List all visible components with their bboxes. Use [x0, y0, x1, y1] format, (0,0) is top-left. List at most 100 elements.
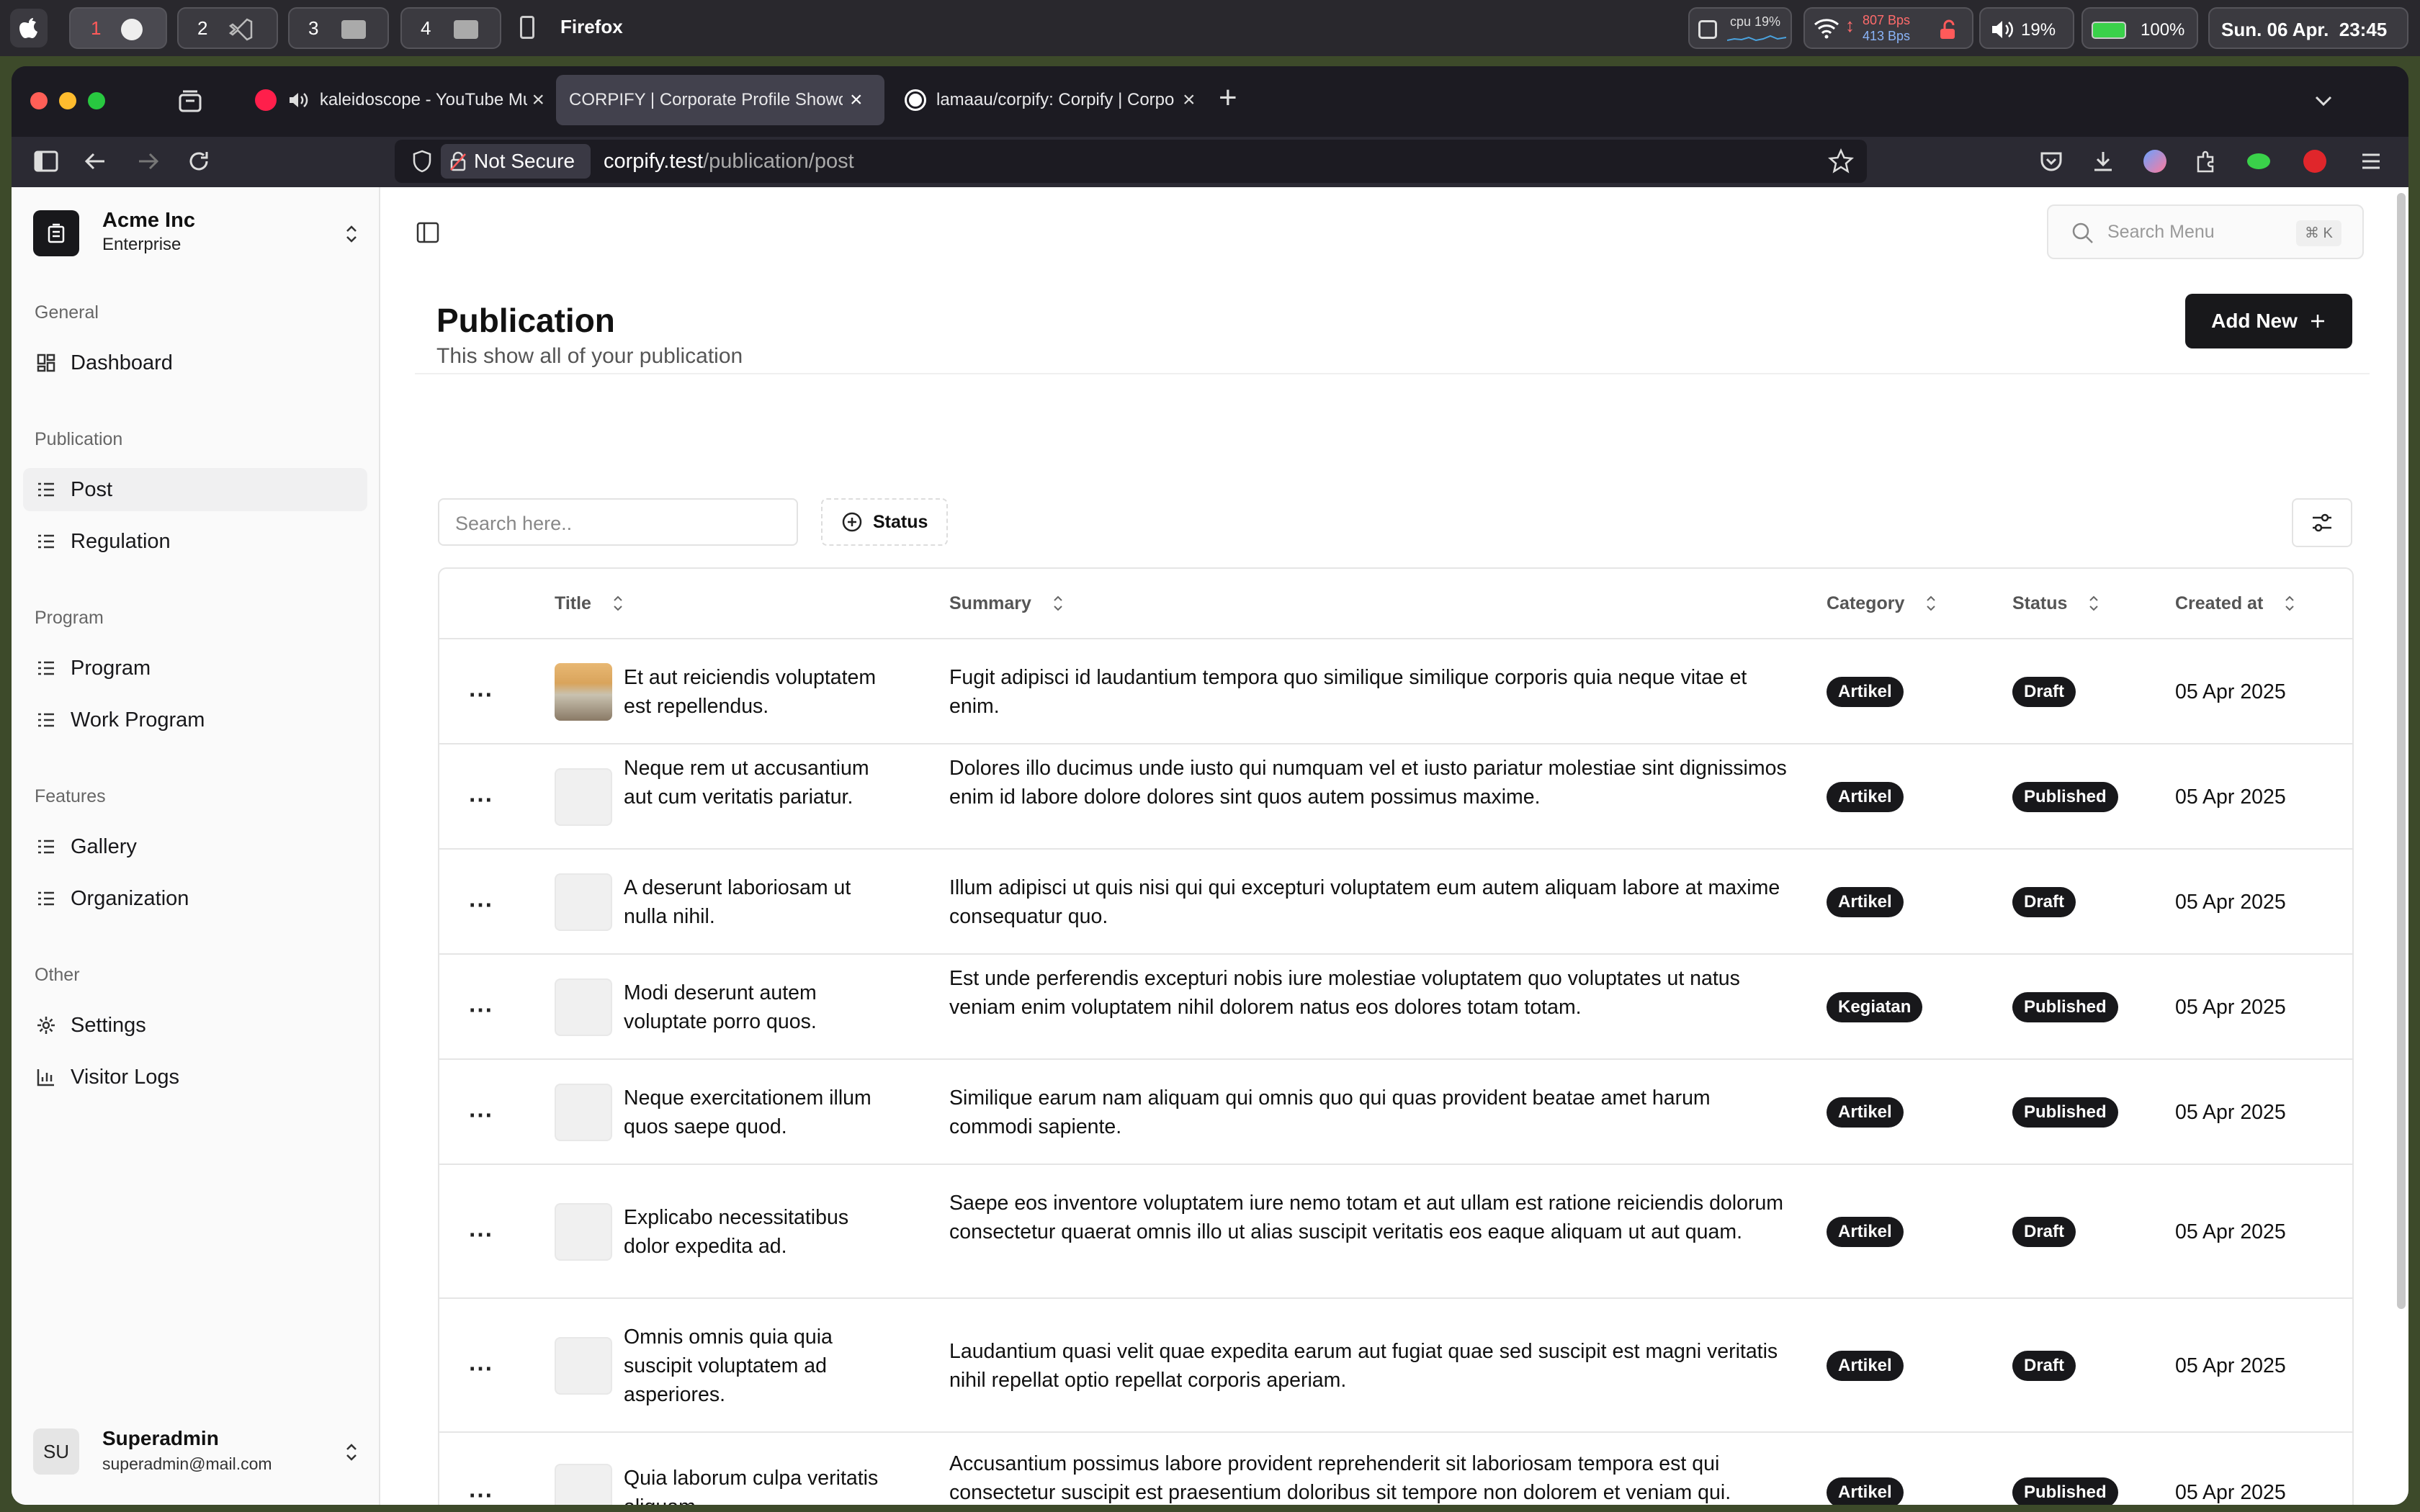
sidebar-item-regulation[interactable]: Regulation	[23, 520, 367, 563]
column-header-created-at[interactable]: Created at	[2175, 569, 2296, 638]
post-title[interactable]: Quia laborum culpa veritatis aliquam.	[624, 1464, 897, 1505]
battery-widget[interactable]: 100%	[2081, 7, 2198, 49]
app-menu-icon[interactable]	[2357, 147, 2385, 176]
table-search-input[interactable]: Search here..	[438, 498, 798, 546]
space-3[interactable]: 3	[288, 7, 389, 49]
url-bar[interactable]: Not Secure corpify.test/publication/post	[395, 140, 1867, 183]
extensions-icon[interactable]	[2191, 147, 2220, 176]
tab-label: CORPIFY | Corporate Profile Showca	[569, 90, 843, 109]
sidebar-item-visitor-logs[interactable]: Visitor Logs	[23, 1056, 367, 1099]
tab-youtube-music[interactable]: kaleidoscope - YouTube Mu ×	[242, 75, 544, 125]
table-row[interactable]: ⋯ Neque rem ut accusantium aut cum verita…	[439, 743, 2352, 848]
table-row[interactable]: ⋯ A deserunt laboriosam ut nulla nihil. Il…	[439, 848, 2352, 953]
table-row[interactable]: ⋯ Neque exercitationem illum quos saepe q…	[439, 1058, 2352, 1164]
table-row[interactable]: ⋯ Omnis omnis quia quia suscipit voluptat…	[439, 1297, 2352, 1431]
post-title[interactable]: Explicabo necessitatibus dolor expedita …	[624, 1203, 897, 1261]
post-title[interactable]: Neque rem ut accusantium aut cum veritat…	[624, 754, 897, 811]
volume-widget[interactable]: 19%	[1979, 7, 2074, 49]
status-filter-button[interactable]: Status	[821, 498, 948, 546]
row-actions-icon[interactable]: ⋯	[468, 680, 494, 709]
sidebar-item-post[interactable]: Post	[23, 468, 367, 511]
row-actions-icon[interactable]: ⋯	[468, 891, 494, 919]
phone-icon	[520, 16, 534, 39]
column-header-title[interactable]: Title	[555, 569, 624, 638]
shield-icon[interactable]	[412, 150, 432, 173]
view-options-button[interactable]	[2292, 498, 2352, 547]
sidebar-item-program[interactable]: Program	[23, 647, 367, 690]
org-switcher[interactable]: Acme Inc Enterprise	[33, 207, 372, 259]
list-all-tabs-icon[interactable]	[2311, 88, 2336, 114]
active-app-name: Firefox	[560, 16, 623, 37]
row-actions-icon[interactable]: ⋯	[468, 1101, 494, 1130]
close-tab-icon[interactable]: ×	[1183, 88, 1196, 112]
row-actions-icon[interactable]: ⋯	[468, 1481, 494, 1505]
sidebar-item-dashboard[interactable]: Dashboard	[23, 341, 367, 384]
post-title[interactable]: Neque exercitationem illum quos saepe qu…	[624, 1084, 897, 1141]
table-row[interactable]: ⋯ Explicabo necessitatibus dolor expedita…	[439, 1164, 2352, 1297]
list-icon	[35, 708, 58, 732]
sidebar-item-gallery[interactable]: Gallery	[23, 825, 367, 868]
post-title[interactable]: A deserunt laboriosam ut nulla nihil.	[624, 873, 897, 931]
search-menu-input[interactable]: Search Menu ⌘ K	[2047, 204, 2364, 259]
downloads-icon[interactable]	[2089, 147, 2118, 176]
tab-corpify[interactable]: CORPIFY | Corporate Profile Showca ×	[556, 75, 884, 125]
url-text[interactable]: corpify.test/publication/post	[604, 150, 854, 174]
pocket-icon[interactable]	[2037, 147, 2066, 176]
row-actions-icon[interactable]: ⋯	[468, 996, 494, 1025]
sidebar-toggle-icon[interactable]	[32, 147, 60, 176]
new-tab-icon[interactable]: +	[1219, 82, 1237, 114]
category-badge: Kegiatan	[1827, 992, 1923, 1022]
panel-toggle-icon[interactable]	[416, 222, 439, 243]
sidebar-group-general: General	[35, 302, 99, 323]
created-at: 05 Apr 2025	[2175, 786, 2286, 809]
tab-overview-icon[interactable]	[177, 88, 203, 114]
row-actions-icon[interactable]: ⋯	[468, 786, 494, 814]
add-new-button[interactable]: Add New	[2185, 294, 2352, 348]
column-header-summary[interactable]: Summary	[949, 569, 1065, 638]
list-icon	[35, 887, 58, 910]
navigation-toolbar: Not Secure corpify.test/publication/post	[12, 137, 2408, 187]
account-icon[interactable]	[2141, 147, 2169, 176]
bookmark-star-icon[interactable]	[1828, 148, 1854, 174]
table-row[interactable]: ⋯ Modi deserunt autem voluptate porro quo…	[439, 953, 2352, 1058]
column-header-status[interactable]: Status	[2012, 569, 2100, 638]
adblock-extension-icon[interactable]	[2300, 147, 2329, 176]
sidebar-item-label: Work Program	[71, 708, 205, 732]
sidebar-item-organization[interactable]: Organization	[23, 877, 367, 920]
post-title[interactable]: Omnis omnis quia quia suscipit voluptate…	[624, 1323, 897, 1409]
post-title[interactable]: Modi deserunt autem voluptate porro quos…	[624, 978, 897, 1036]
table-row[interactable]: ⋯ Et aut reiciendis voluptatem est repell…	[439, 638, 2352, 743]
minimize-window-button[interactable]	[59, 92, 76, 109]
page-scrollbar[interactable]	[2397, 193, 2406, 1309]
close-tab-icon[interactable]: ×	[850, 88, 863, 112]
apple-icon[interactable]	[10, 9, 48, 48]
clock-widget[interactable]: Sun. 06 Apr. 23:45	[2208, 7, 2408, 49]
not-secure-badge[interactable]: Not Secure	[441, 144, 591, 179]
forward-icon[interactable]	[134, 147, 163, 176]
space-4[interactable]: 4	[400, 7, 501, 49]
space-1[interactable]: 1	[69, 7, 167, 49]
publication-table: Title Summary Category Status Created at…	[438, 567, 2354, 1505]
reload-icon[interactable]	[184, 147, 213, 176]
net-down-label: 413 Bps	[1863, 29, 1911, 43]
wifi-icon	[1814, 17, 1839, 39]
vpn-extension-icon[interactable]	[2244, 147, 2273, 176]
tab-github-corpify[interactable]: lamaau/corpify: Corpify | Corpo ×	[892, 75, 1201, 125]
sidebar-item-work-program[interactable]: Work Program	[23, 698, 367, 742]
user-menu[interactable]: SU Superadmin superadmin@mail.com	[33, 1423, 372, 1477]
sidebar-item-settings[interactable]: Settings	[23, 1004, 367, 1047]
close-window-button[interactable]	[30, 92, 48, 109]
table-row[interactable]: ⋯ Quia laborum culpa veritatis aliquam. Ac…	[439, 1431, 2352, 1505]
close-tab-icon[interactable]: ×	[532, 88, 544, 112]
post-title[interactable]: Et aut reiciendis voluptatem est repelle…	[624, 663, 897, 721]
network-widget[interactable]: ↕ 807 Bps 413 Bps	[1803, 7, 1973, 49]
back-icon[interactable]	[81, 147, 109, 176]
building-icon	[33, 210, 79, 256]
row-actions-icon[interactable]: ⋯	[468, 1220, 494, 1249]
row-actions-icon[interactable]: ⋯	[468, 1354, 494, 1383]
column-header-category[interactable]: Category	[1827, 569, 1937, 638]
zoom-window-button[interactable]	[88, 92, 105, 109]
space-2[interactable]: 2	[177, 7, 278, 49]
cpu-widget[interactable]: cpu 19%	[1688, 7, 1792, 49]
search-icon	[2071, 222, 2094, 245]
